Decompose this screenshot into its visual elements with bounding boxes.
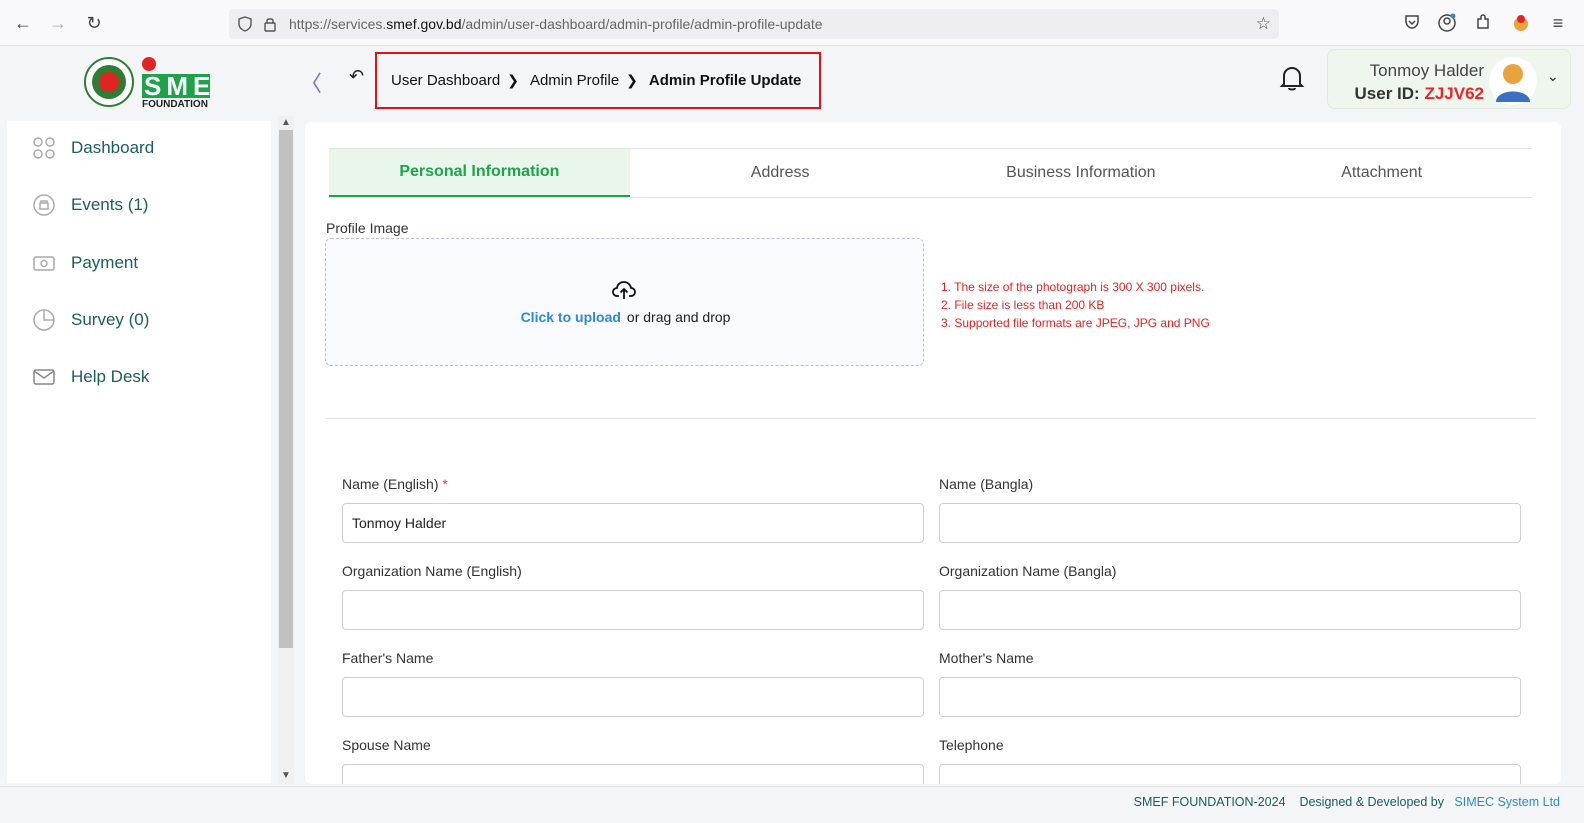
chevron-right-icon: ❯ [626, 72, 638, 88]
undo-back-icon[interactable]: ↶ [349, 66, 364, 87]
sidebar-item-label: Events (1) [71, 195, 149, 214]
sidebar: Dashboard Events (1) Payment Survey (0) … [7, 121, 271, 783]
forward-arrow-icon[interactable]: → [47, 12, 69, 34]
sidebar-scrollbar[interactable]: ▲ ▼ [278, 116, 294, 784]
sidebar-item-label: Survey (0) [71, 310, 150, 329]
back-arrow-icon[interactable]: ← [12, 12, 34, 34]
scroll-up-icon[interactable]: ▲ [281, 117, 291, 128]
main-panel: Personal Information Address Business In… [305, 122, 1561, 784]
chevron-right-icon: ❯ [507, 72, 519, 88]
profile-image-label: Profile Image [326, 220, 409, 236]
spouse-name-input[interactable] [342, 764, 924, 784]
sidebar-item-dashboard[interactable]: Dashboard [32, 134, 154, 162]
org-name-bangla-label: Organization Name (Bangla) [939, 563, 1117, 579]
sidebar-item-survey[interactable]: Survey (0) [32, 306, 149, 334]
name-english-label: Name (English) * [342, 476, 448, 492]
scroll-down-icon[interactable]: ▼ [281, 770, 291, 781]
footer: SMEF FOUNDATION-2024 Designed & Develope… [0, 786, 1584, 823]
sidebar-item-label: Help Desk [71, 367, 150, 386]
events-icon [33, 194, 55, 216]
mail-icon [33, 369, 55, 385]
payment-icon [33, 256, 55, 271]
click-to-upload-link[interactable]: Click to upload [521, 309, 621, 325]
upload-rules: 1. The size of the photograph is 300 X 3… [941, 280, 1210, 330]
lock-icon [264, 18, 276, 32]
tab-attachment[interactable]: Attachment [1231, 149, 1532, 197]
name-bangla-label: Name (Bangla) [939, 476, 1034, 492]
spouse-name-label: Spouse Name [342, 737, 431, 753]
app-header: SME FOUNDATION 〈 ↶ User Dashboard ❯ Admi… [0, 46, 1584, 116]
user-name: Tonmoy Halder [1369, 61, 1484, 80]
pie-icon [33, 309, 55, 331]
section-divider [325, 418, 1536, 419]
sidebar-item-label: Payment [71, 253, 139, 272]
browser-toolbar: ← → ↻ https://services.smef.gov.bd/admin… [0, 0, 1584, 46]
logo-text: FOUNDATION [142, 99, 208, 110]
org-name-english-label: Organization Name (English) [342, 563, 522, 579]
avatar [1488, 56, 1538, 106]
extensions-icon[interactable] [1473, 13, 1493, 33]
sidebar-item-events[interactable]: Events (1) [32, 191, 148, 219]
telephone-label: Telephone [939, 737, 1004, 753]
org-name-english-input[interactable] [342, 590, 924, 630]
account-icon[interactable] [1437, 13, 1457, 33]
sidebar-item-help-desk[interactable]: Help Desk [32, 363, 149, 391]
mother-name-label: Mother's Name [939, 650, 1034, 666]
reload-icon[interactable]: ↻ [83, 12, 105, 34]
breadcrumb-item-admin-profile[interactable]: Admin Profile [530, 72, 619, 89]
breadcrumb-item-user-dashboard[interactable]: User Dashboard [391, 72, 500, 89]
org-name-bangla-input[interactable] [939, 590, 1521, 630]
upload-instructions: Click to upload or drag and drop [520, 309, 731, 325]
logo-brand-text: SME [144, 71, 216, 101]
sidebar-item-payment[interactable]: Payment [32, 249, 138, 277]
telephone-input[interactable] [939, 764, 1521, 784]
name-bangla-input[interactable] [939, 503, 1521, 543]
father-name-input[interactable] [342, 677, 924, 717]
cloud-upload-icon [612, 281, 636, 299]
father-name-label: Father's Name [342, 650, 434, 666]
sidebar-item-label: Dashboard [71, 138, 155, 157]
grid-icon [33, 137, 55, 159]
scroll-thumb[interactable] [279, 130, 293, 648]
name-english-input[interactable]: Tonmoy Halder [342, 503, 924, 543]
mother-name-input[interactable] [939, 677, 1521, 717]
shield-icon [238, 16, 252, 32]
user-id: User ID: ZJJV62 [1354, 84, 1484, 103]
developer-link[interactable]: SIMEC System Ltd [1454, 795, 1560, 809]
breadcrumb: User Dashboard ❯ Admin Profile ❯ Admin P… [375, 52, 821, 109]
menu-icon[interactable]: ≡ [1548, 13, 1568, 33]
extension-badge-icon[interactable] [1511, 13, 1531, 33]
tab-personal-information[interactable]: Personal Information [329, 149, 630, 197]
tab-bar: Personal Information Address Business In… [329, 148, 1532, 198]
bell-icon[interactable] [1279, 64, 1305, 92]
sidebar-collapse-icon[interactable]: 〈 [300, 66, 322, 98]
footer-text: SMEF FOUNDATION-2024 Designed & Develope… [1133, 795, 1560, 809]
bookmark-star-icon[interactable]: ☆ [1256, 14, 1271, 34]
chevron-down-icon[interactable]: ⌄ [1547, 68, 1559, 85]
url-text: https://services.smef.gov.bd/admin/user-… [289, 16, 823, 32]
profile-image-dropzone[interactable]: Click to upload or drag and drop [325, 238, 924, 366]
user-menu[interactable]: Tonmoy Halder User ID: ZJJV62 ⌄ [1327, 49, 1571, 109]
tab-business-information[interactable]: Business Information [931, 149, 1232, 197]
pocket-icon[interactable] [1402, 13, 1422, 33]
tab-address[interactable]: Address [630, 149, 931, 197]
address-bar[interactable]: https://services.smef.gov.bd/admin/user-… [229, 9, 1279, 39]
sme-foundation-logo[interactable]: SME FOUNDATION [84, 54, 214, 110]
breadcrumb-item-current: Admin Profile Update [648, 72, 802, 89]
